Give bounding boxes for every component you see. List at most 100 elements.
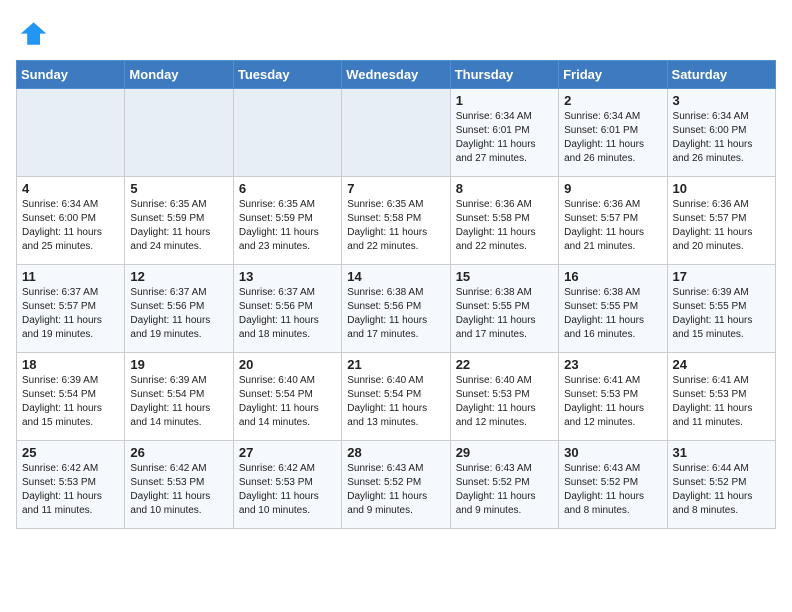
calendar-cell: 8 Sunrise: 6:36 AM Sunset: 5:58 PM Daylig… [450, 177, 558, 265]
day-number: 28 [347, 445, 444, 460]
day-info: Sunrise: 6:37 AM Sunset: 5:57 PM Dayligh… [22, 286, 119, 342]
day-number: 19 [130, 357, 227, 372]
calendar-week-row: 4Sunrise: 6:34 AM Sunset: 6:00 PM Daylig… [17, 177, 776, 265]
logo-icon [16, 16, 48, 48]
calendar-cell: 20 Sunrise: 6:40 AM Sunset: 5:54 PM Dayli… [233, 353, 341, 441]
calendar-cell: 1 Sunrise: 6:34 AM Sunset: 6:01 PM Daylig… [450, 89, 558, 177]
day-info: Sunrise: 6:38 AM Sunset: 5:55 PM Dayligh… [564, 286, 661, 342]
calendar-cell: 27 Sunrise: 6:42 AM Sunset: 5:53 PM Dayli… [233, 441, 341, 529]
day-info: Sunrise: 6:34 AM Sunset: 6:01 PM Dayligh… [456, 110, 553, 166]
day-number: 14 [347, 269, 444, 284]
day-info: Sunrise: 6:38 AM Sunset: 5:56 PM Dayligh… [347, 286, 444, 342]
weekday-header: Wednesday [342, 61, 450, 89]
day-number: 27 [239, 445, 336, 460]
calendar-cell: 3 Sunrise: 6:34 AM Sunset: 6:00 PM Daylig… [667, 89, 775, 177]
calendar-cell: 2 Sunrise: 6:34 AM Sunset: 6:01 PM Daylig… [559, 89, 667, 177]
day-info: Sunrise: 6:39 AM Sunset: 5:54 PM Dayligh… [130, 374, 227, 430]
day-info: Sunrise: 6:37 AM Sunset: 5:56 PM Dayligh… [239, 286, 336, 342]
calendar-cell: 12Sunrise: 6:37 AM Sunset: 5:56 PM Dayli… [125, 265, 233, 353]
day-info: Sunrise: 6:35 AM Sunset: 5:58 PM Dayligh… [347, 198, 444, 254]
logo [16, 16, 52, 48]
calendar-week-row: 1 Sunrise: 6:34 AM Sunset: 6:01 PM Daylig… [17, 89, 776, 177]
calendar-cell: 31Sunrise: 6:44 AM Sunset: 5:52 PM Dayli… [667, 441, 775, 529]
day-info: Sunrise: 6:35 AM Sunset: 5:59 PM Dayligh… [130, 198, 227, 254]
calendar-cell: 16 Sunrise: 6:38 AM Sunset: 5:55 PM Dayli… [559, 265, 667, 353]
calendar-cell [342, 89, 450, 177]
day-number: 20 [239, 357, 336, 372]
calendar-header: SundayMondayTuesdayWednesdayThursdayFrid… [17, 61, 776, 89]
day-info: Sunrise: 6:39 AM Sunset: 5:54 PM Dayligh… [22, 374, 119, 430]
calendar-cell: 4Sunrise: 6:34 AM Sunset: 6:00 PM Daylig… [17, 177, 125, 265]
day-number: 21 [347, 357, 444, 372]
day-number: 17 [673, 269, 770, 284]
day-number: 9 [564, 181, 661, 196]
day-number: 5 [130, 181, 227, 196]
calendar-cell: 13 Sunrise: 6:37 AM Sunset: 5:56 PM Dayli… [233, 265, 341, 353]
day-info: Sunrise: 6:36 AM Sunset: 5:57 PM Dayligh… [673, 198, 770, 254]
calendar-week-row: 25 Sunrise: 6:42 AM Sunset: 5:53 PM Dayli… [17, 441, 776, 529]
day-number: 22 [456, 357, 553, 372]
day-number: 25 [22, 445, 119, 460]
day-info: Sunrise: 6:42 AM Sunset: 5:53 PM Dayligh… [130, 462, 227, 518]
day-number: 23 [564, 357, 661, 372]
calendar-week-row: 11Sunrise: 6:37 AM Sunset: 5:57 PM Dayli… [17, 265, 776, 353]
calendar-cell: 21 Sunrise: 6:40 AM Sunset: 5:54 PM Dayli… [342, 353, 450, 441]
calendar-cell: 26 Sunrise: 6:42 AM Sunset: 5:53 PM Dayli… [125, 441, 233, 529]
weekday-header: Friday [559, 61, 667, 89]
page-header [16, 16, 776, 48]
day-number: 16 [564, 269, 661, 284]
day-info: Sunrise: 6:39 AM Sunset: 5:55 PM Dayligh… [673, 286, 770, 342]
calendar-cell: 29 Sunrise: 6:43 AM Sunset: 5:52 PM Dayli… [450, 441, 558, 529]
day-number: 7 [347, 181, 444, 196]
day-info: Sunrise: 6:42 AM Sunset: 5:53 PM Dayligh… [239, 462, 336, 518]
day-number: 29 [456, 445, 553, 460]
calendar-cell: 24Sunrise: 6:41 AM Sunset: 5:53 PM Dayli… [667, 353, 775, 441]
calendar-cell: 10 Sunrise: 6:36 AM Sunset: 5:57 PM Dayli… [667, 177, 775, 265]
calendar-cell: 5 Sunrise: 6:35 AM Sunset: 5:59 PM Daylig… [125, 177, 233, 265]
day-number: 1 [456, 93, 553, 108]
calendar-week-row: 18Sunrise: 6:39 AM Sunset: 5:54 PM Dayli… [17, 353, 776, 441]
calendar-cell [233, 89, 341, 177]
day-info: Sunrise: 6:40 AM Sunset: 5:54 PM Dayligh… [239, 374, 336, 430]
day-number: 30 [564, 445, 661, 460]
calendar-cell [17, 89, 125, 177]
day-number: 8 [456, 181, 553, 196]
calendar-cell: 11Sunrise: 6:37 AM Sunset: 5:57 PM Dayli… [17, 265, 125, 353]
day-info: Sunrise: 6:34 AM Sunset: 6:00 PM Dayligh… [673, 110, 770, 166]
day-number: 13 [239, 269, 336, 284]
day-number: 10 [673, 181, 770, 196]
day-number: 3 [673, 93, 770, 108]
day-info: Sunrise: 6:43 AM Sunset: 5:52 PM Dayligh… [564, 462, 661, 518]
day-number: 12 [130, 269, 227, 284]
day-info: Sunrise: 6:43 AM Sunset: 5:52 PM Dayligh… [456, 462, 553, 518]
calendar-cell: 14 Sunrise: 6:38 AM Sunset: 5:56 PM Dayli… [342, 265, 450, 353]
calendar-body: 1 Sunrise: 6:34 AM Sunset: 6:01 PM Daylig… [17, 89, 776, 529]
calendar-cell: 28 Sunrise: 6:43 AM Sunset: 5:52 PM Dayli… [342, 441, 450, 529]
weekday-row: SundayMondayTuesdayWednesdayThursdayFrid… [17, 61, 776, 89]
day-info: Sunrise: 6:43 AM Sunset: 5:52 PM Dayligh… [347, 462, 444, 518]
calendar-cell [125, 89, 233, 177]
day-info: Sunrise: 6:40 AM Sunset: 5:54 PM Dayligh… [347, 374, 444, 430]
day-info: Sunrise: 6:36 AM Sunset: 5:58 PM Dayligh… [456, 198, 553, 254]
day-info: Sunrise: 6:44 AM Sunset: 5:52 PM Dayligh… [673, 462, 770, 518]
day-info: Sunrise: 6:36 AM Sunset: 5:57 PM Dayligh… [564, 198, 661, 254]
calendar-cell: 19 Sunrise: 6:39 AM Sunset: 5:54 PM Dayli… [125, 353, 233, 441]
calendar-cell: 23 Sunrise: 6:41 AM Sunset: 5:53 PM Dayli… [559, 353, 667, 441]
day-number: 15 [456, 269, 553, 284]
day-number: 6 [239, 181, 336, 196]
calendar-cell: 25 Sunrise: 6:42 AM Sunset: 5:53 PM Dayli… [17, 441, 125, 529]
calendar-cell: 17 Sunrise: 6:39 AM Sunset: 5:55 PM Dayli… [667, 265, 775, 353]
day-info: Sunrise: 6:34 AM Sunset: 6:00 PM Dayligh… [22, 198, 119, 254]
calendar-cell: 22Sunrise: 6:40 AM Sunset: 5:53 PM Dayli… [450, 353, 558, 441]
weekday-header: Thursday [450, 61, 558, 89]
day-info: Sunrise: 6:42 AM Sunset: 5:53 PM Dayligh… [22, 462, 119, 518]
weekday-header: Sunday [17, 61, 125, 89]
weekday-header: Saturday [667, 61, 775, 89]
day-number: 24 [673, 357, 770, 372]
calendar-cell: 7 Sunrise: 6:35 AM Sunset: 5:58 PM Daylig… [342, 177, 450, 265]
day-info: Sunrise: 6:34 AM Sunset: 6:01 PM Dayligh… [564, 110, 661, 166]
day-info: Sunrise: 6:41 AM Sunset: 5:53 PM Dayligh… [564, 374, 661, 430]
day-info: Sunrise: 6:38 AM Sunset: 5:55 PM Dayligh… [456, 286, 553, 342]
day-number: 26 [130, 445, 227, 460]
day-number: 2 [564, 93, 661, 108]
